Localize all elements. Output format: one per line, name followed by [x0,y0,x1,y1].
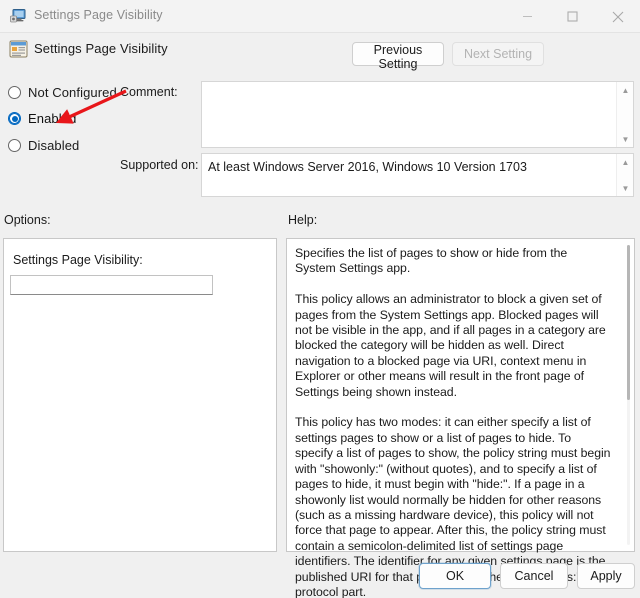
radio-disabled[interactable]: Disabled [8,138,79,153]
radio-label-enabled: Enabled [28,111,77,126]
settings-page-visibility-label: Settings Page Visibility: [13,253,143,267]
radio-mark-disabled [8,139,21,152]
comment-textarea[interactable]: ▲ ▼ [201,81,634,148]
scroll-up-icon[interactable]: ▲ [617,154,633,170]
previous-setting-button[interactable]: Previous Setting [352,42,444,71]
supported-on-label: Supported on: [120,158,199,172]
help-panel: Specifies the list of pages to show or h… [286,238,635,598]
scroll-down-icon[interactable]: ▼ [617,131,633,147]
supported-on-field: At least Windows Server 2016, Windows 10… [201,153,634,197]
settings-page-visibility-input[interactable] [10,275,213,295]
comment-scrollbar[interactable]: ▲ ▼ [616,82,633,147]
window-title: Settings Page Visibility [34,8,163,22]
scroll-up-icon[interactable]: ▲ [617,82,633,98]
help-text: Specifies the list of pages to show or h… [295,246,611,598]
policy-setting-dialog: Settings Page Visibility Settings Page V… [0,0,640,598]
radio-enabled[interactable]: Enabled [8,111,76,126]
policy-setting-icon [9,40,28,58]
radio-mark-not-configured [8,86,21,99]
maximize-icon[interactable] [550,0,595,33]
help-label: Help: [288,213,318,227]
radio-mark-enabled [8,112,21,125]
page-title: Settings Page Visibility [34,41,168,56]
scroll-down-icon[interactable]: ▼ [617,180,633,196]
supported-on-scrollbar[interactable]: ▲ ▼ [616,154,633,196]
options-label: Options: [4,213,51,227]
apply-button[interactable]: Apply [577,563,635,589]
help-scrollbar[interactable] [627,245,630,545]
next-setting-button[interactable]: Next Setting [452,42,544,66]
radio-not-configured[interactable]: Not Configured [8,85,117,100]
supported-on-value: At least Windows Server 2016, Windows 10… [208,160,527,174]
options-panel: Settings Page Visibility: [3,238,277,552]
monitor-settings-icon [10,8,27,24]
cancel-button[interactable]: Cancel [500,563,568,589]
ok-button[interactable]: OK [419,563,491,589]
window-controls [505,0,640,33]
comment-label: Comment: [120,85,178,99]
radio-label-disabled: Disabled [28,138,80,153]
minimize-icon[interactable] [505,0,550,33]
radio-label-not-configured: Not Configured [28,85,117,100]
close-icon[interactable] [595,0,640,33]
title-bar: Settings Page Visibility [0,0,640,33]
